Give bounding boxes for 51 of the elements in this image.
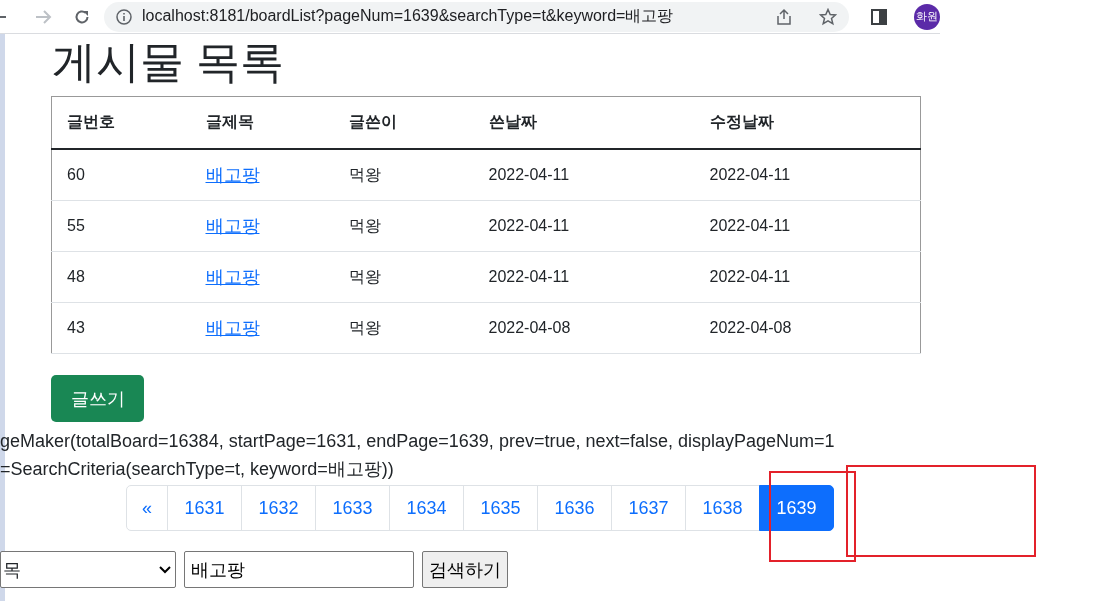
debug-text: geMaker(totalBoard=16384, startPage=1631, endPage=1639, prev=true, next=false, displayPageNum=1 xyxy=(0,430,835,453)
post-title-link[interactable]: 배고팡 xyxy=(205,216,260,236)
page-link[interactable]: 1636 xyxy=(537,485,612,531)
star-icon[interactable] xyxy=(819,7,837,26)
column-header: 글제목 xyxy=(190,96,334,149)
table-cell: 2022-04-11 xyxy=(473,149,695,201)
info-icon[interactable] xyxy=(116,8,132,25)
page-link[interactable]: 1635 xyxy=(463,485,538,531)
table-cell: 60 xyxy=(51,149,191,201)
write-button[interactable]: 글쓰기 xyxy=(51,375,144,422)
page-link[interactable]: 1633 xyxy=(315,485,390,531)
address-bar[interactable]: localhost:8181/boardList?pageNum=1639&searchType=t&keyword=배고팡 xyxy=(104,1,849,32)
table-cell: 먹왕 xyxy=(333,149,474,201)
table-cell: 2022-04-11 xyxy=(694,251,921,303)
page-link[interactable]: 1638 xyxy=(685,485,760,531)
page-link[interactable]: 1634 xyxy=(389,485,464,531)
page-title: 게시물 목록 xyxy=(52,36,286,88)
table-cell: 2022-04-11 xyxy=(473,251,695,303)
keyword-field[interactable]: 배고팡 xyxy=(184,551,414,588)
side-panel-icon[interactable] xyxy=(871,8,887,25)
table-cell: 먹왕 xyxy=(333,251,474,303)
previous-page-link[interactable]: « xyxy=(126,485,168,531)
page-link[interactable]: 1631 xyxy=(167,485,242,531)
page-link[interactable]: 1639 xyxy=(759,485,834,531)
table-cell: 2022-04-11 xyxy=(694,149,921,201)
chevron-down-icon xyxy=(159,565,171,574)
share-icon[interactable] xyxy=(775,7,793,26)
table-cell: 2022-04-08 xyxy=(694,302,921,354)
reload-icon[interactable] xyxy=(74,8,90,25)
page-link[interactable]: 1637 xyxy=(611,485,686,531)
page-link[interactable]: 1632 xyxy=(241,485,316,531)
table-cell: 2022-04-08 xyxy=(473,302,695,354)
debug-text: =SearchCriteria(searchType=t, keyword=배고팡)) xyxy=(0,458,394,481)
table-cell: 43 xyxy=(51,302,191,354)
table-cell: 먹왕 xyxy=(333,302,474,354)
url-text: localhost:8181/boardList?pageNum=1639&searchType=t&keyword=배고팡 xyxy=(142,6,675,26)
post-title-link[interactable]: 배고팡 xyxy=(205,165,260,185)
table-cell: 2022-04-11 xyxy=(473,200,695,252)
column-header: 쓴날짜 xyxy=(473,96,695,149)
table-cell: 먹왕 xyxy=(333,200,474,252)
search-type-select[interactable]: 목 xyxy=(0,551,176,588)
table-cell: 2022-04-11 xyxy=(694,200,921,252)
search-button[interactable]: 검색하기 xyxy=(422,551,508,588)
post-title-link[interactable]: 배고팡 xyxy=(205,318,260,338)
table-cell: 48 xyxy=(51,251,191,303)
post-title-link[interactable]: 배고팡 xyxy=(205,267,260,287)
column-header: 수정날짜 xyxy=(694,96,921,149)
column-header: 글쓴이 xyxy=(333,96,474,149)
column-header: 글번호 xyxy=(51,96,191,149)
profile-avatar[interactable]: 화원 xyxy=(914,3,940,30)
table-cell: 55 xyxy=(51,200,191,252)
